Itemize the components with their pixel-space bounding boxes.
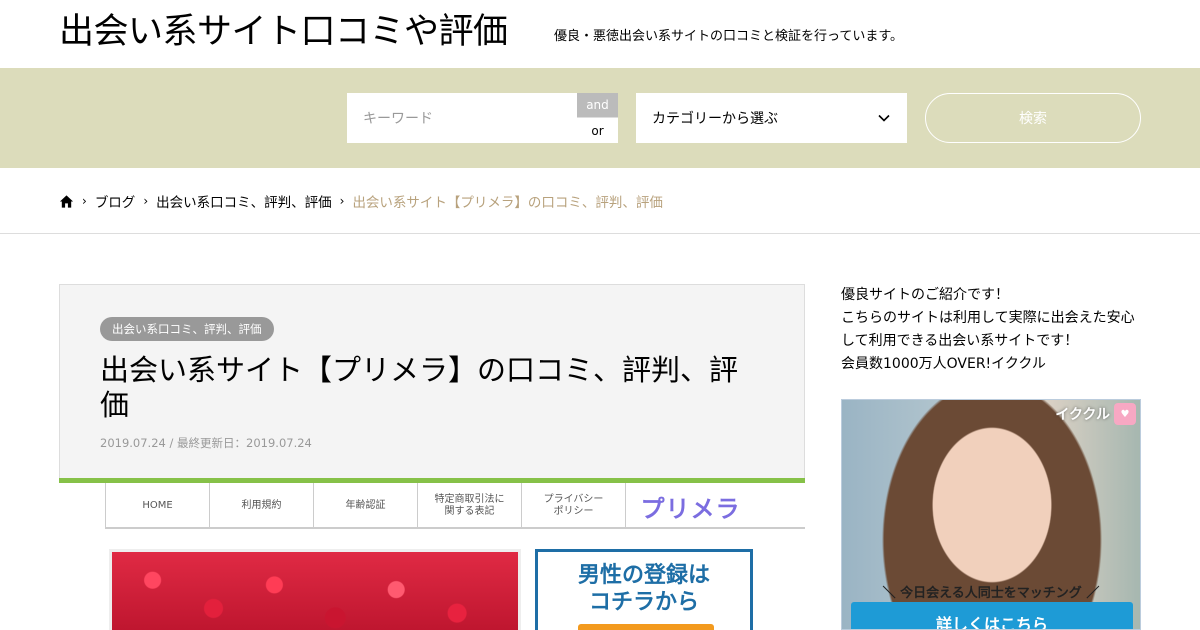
embed-nav-item: 年齢認証 (313, 483, 417, 529)
post-title: 出会い系サイト【プリメラ】の口コミ、評判、評価 (100, 353, 739, 422)
sidebar-line: して利用できる出会い系サイトです！ (841, 333, 1079, 349)
ad-banner[interactable]: イククル ♥ ＼ 今日会える人同士をマッチング ／ 詳しくはこちら (841, 399, 1141, 630)
article-header: 出会い系口コミ、評判、評価 出会い系サイト【プリメラ】の口コミ、評判、評価 20… (59, 284, 805, 482)
and-option[interactable]: and (577, 93, 618, 117)
breadcrumb-current: 出会い系サイト【プリメラ】の口コミ、評判、評価 (352, 195, 663, 211)
ad-brand: イククル (1055, 407, 1110, 423)
embed-register-banner: 男性の登録は コチラから (535, 549, 753, 630)
post-date: 2019.07.24 / 最終更新日：2019.07.24 (100, 436, 312, 450)
embed-logo: プリメラ (625, 483, 755, 529)
featured-image: HOME 利用規約 年齢認証 特定商取引法に 関する表記 プライバシー ポリシー… (59, 483, 805, 630)
embed-register-button (578, 624, 714, 630)
embed-register-text: 男性の登録は コチラから (577, 563, 710, 615)
ad-brand-icon: ♥ (1114, 403, 1136, 425)
sidebar-line: 優良サイトのご紹介です！ (841, 287, 1009, 303)
site-header: 出会い系サイト口コミや評価 優良・悪徳出会い系サイトの口コミと検証を行っています… (0, 0, 1200, 68)
chevron-down-icon (878, 114, 890, 122)
and-or-toggle: and or (577, 93, 618, 143)
embed-nav-item: 利用規約 (209, 483, 313, 529)
chevron-right-icon: › (143, 194, 149, 208)
keyword-input[interactable] (347, 93, 577, 143)
site-title[interactable]: 出会い系サイト口コミや評価 (59, 10, 508, 54)
embed-nav-item: プライバシー ポリシー (521, 483, 625, 529)
or-option[interactable]: or (577, 117, 618, 143)
embed-nav-item: HOME (105, 483, 209, 529)
sidebar-intro: 優良サイトのご紹介です！ こちらのサイトは利用して実際に出会えた安心 して利用で… (841, 284, 1141, 376)
flowers-image (109, 549, 521, 630)
home-icon[interactable] (59, 194, 74, 209)
embed-nav: HOME 利用規約 年齢認証 特定商取引法に 関する表記 プライバシー ポリシー… (105, 483, 805, 529)
category-select[interactable]: カテゴリーから選ぶ (636, 93, 907, 143)
sidebar-line: こちらのサイトは利用して実際に出会えた安心 (841, 310, 1135, 326)
embed-nav-item: 特定商取引法に 関する表記 (417, 483, 521, 529)
breadcrumb-item-category[interactable]: 出会い系口コミ、評判、評価 (156, 191, 332, 211)
chevron-right-icon: › (82, 194, 87, 208)
breadcrumb-item-blog[interactable]: ブログ (95, 191, 136, 211)
sidebar-line: 会員数1000万人OVER!イククル (841, 356, 1046, 372)
chevron-right-icon: › (339, 194, 345, 208)
ad-cta-button[interactable]: 詳しくはこちら (851, 602, 1133, 629)
breadcrumb: › ブログ › 出会い系口コミ、評判、評価 › 出会い系サイト【プリメラ】の口コ… (59, 190, 663, 212)
search-button[interactable]: 検索 (925, 93, 1141, 143)
category-select-value: カテゴリーから選ぶ (652, 111, 778, 127)
search-bar: and or カテゴリーから選ぶ 検索 (0, 68, 1200, 168)
category-badge[interactable]: 出会い系口コミ、評判、評価 (100, 317, 274, 341)
site-description: 優良・悪徳出会い系サイトの口コミと検証を行っています。 (554, 29, 904, 44)
divider (0, 233, 1200, 234)
ad-tagline: ＼ 今日会える人同士をマッチング ／ (882, 586, 1100, 601)
